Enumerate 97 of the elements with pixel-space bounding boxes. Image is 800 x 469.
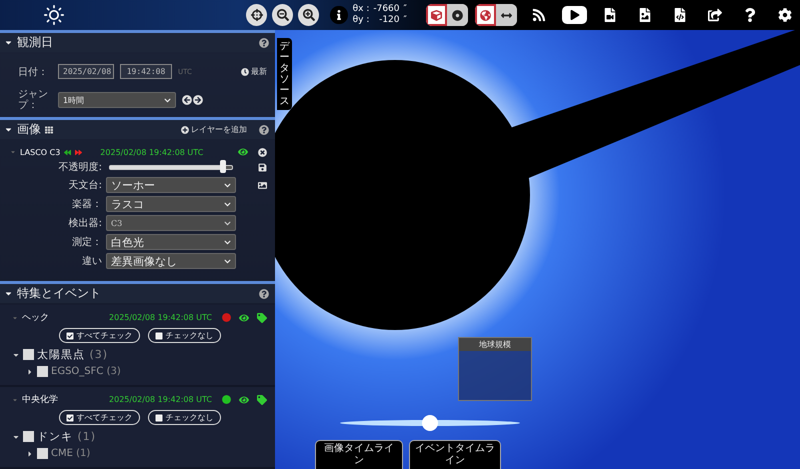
image-icon[interactable]	[258, 180, 267, 190]
checkbox[interactable]	[23, 431, 34, 442]
date-field[interactable]: 2025/02/08	[58, 64, 114, 79]
timeline-tab[interactable]: イベントタイムライン	[409, 440, 501, 469]
field-label: 検出器:	[68, 216, 102, 230]
field-label: 天文台:	[68, 178, 102, 192]
add-layer-button[interactable]: レイヤーを追加	[181, 124, 247, 135]
group-name: 中央化学	[22, 394, 59, 406]
toggle-button[interactable]	[475, 4, 496, 26]
chevron-icon	[164, 96, 171, 104]
zoom-out-button[interactable]	[272, 4, 294, 26]
checkbox[interactable]	[37, 448, 48, 459]
coordinate-label: θy :	[352, 15, 370, 26]
group-timestamp: 2025/02/08 19:42:08 UTC	[109, 313, 212, 322]
play-button[interactable]	[562, 6, 587, 24]
group-timestamp: 2025/02/08 19:42:08 UTC	[109, 395, 212, 404]
tag-icon[interactable]	[257, 312, 267, 322]
latest-button[interactable]: 最新	[241, 66, 267, 77]
chevron-icon	[224, 220, 231, 226]
eye-icon[interactable]	[238, 147, 248, 157]
dropdown-field[interactable]: C3	[106, 215, 236, 231]
rewind-icon[interactable]	[64, 148, 72, 156]
close-icon[interactable]	[258, 148, 267, 156]
layer-timestamp: 2025/02/08 19:42:08 UTC	[100, 148, 204, 156]
jump-label: ジャンプ：	[18, 89, 49, 111]
slider-thumb[interactable]	[220, 160, 226, 172]
checkbox[interactable]	[23, 349, 34, 360]
cube-icon	[430, 10, 442, 20]
field-label: 楽器：	[71, 198, 102, 211]
timeline-tab[interactable]: 画像タイムライン	[315, 440, 403, 469]
dropdown-field[interactable]: ラスコ	[106, 196, 236, 212]
help-icon[interactable]	[259, 288, 269, 298]
collapsed-caret-icon[interactable]	[26, 450, 34, 458]
sun-icon[interactable]	[44, 5, 64, 25]
zoom-in-icon	[302, 9, 315, 21]
caret-icon[interactable]	[12, 314, 18, 320]
fast-forward-icon[interactable]	[75, 148, 82, 156]
check-all-button[interactable]: すべてチェック	[58, 410, 140, 425]
crosshair-icon	[250, 9, 263, 21]
section-title: 特集とイベント	[17, 285, 102, 302]
check-all-button[interactable]: すべてチェック	[58, 328, 140, 343]
check-none-button[interactable]: チェックなし	[148, 410, 220, 425]
zoom-out-icon	[276, 9, 289, 21]
caret-icon[interactable]	[12, 396, 18, 402]
jump-select[interactable]: 1時間	[58, 92, 176, 108]
dropdown-field[interactable]: 差異画像なし	[106, 253, 236, 269]
tree-item-label: 太陽黒点 (3)	[37, 347, 108, 362]
tree-item-label: CME (1)	[51, 448, 90, 459]
save-icon[interactable]	[258, 162, 267, 172]
section-title: 観測日	[17, 34, 54, 51]
layer-name: LASCO C3	[20, 148, 60, 156]
clock-icon	[241, 68, 249, 76]
tree-item-label: ドンキ (1)	[37, 429, 96, 444]
field-label: 違い	[81, 254, 102, 268]
time-field[interactable]: 19:42:08	[120, 64, 172, 79]
section-title: 画像	[17, 121, 41, 138]
center-button[interactable]	[246, 4, 268, 26]
checked-box-icon	[66, 414, 74, 422]
forward-arrow-icon[interactable]	[193, 95, 203, 105]
toggle-button[interactable]	[426, 4, 447, 26]
opacity-slider[interactable]	[106, 160, 236, 174]
help-icon[interactable]	[259, 124, 269, 134]
tree-item-label: EGSO_SFC (3)	[51, 366, 121, 377]
group-name: ヘック	[22, 312, 50, 324]
caret-icon[interactable]	[10, 149, 16, 155]
collapsed-caret-icon[interactable]	[26, 368, 34, 376]
chevron-icon	[224, 258, 231, 264]
globe-icon	[480, 10, 492, 20]
chevron-icon	[224, 200, 231, 208]
unit-label: ″	[404, 4, 407, 15]
check-none-button[interactable]: チェックなし	[148, 328, 220, 343]
zoom-in-button[interactable]	[298, 4, 320, 26]
data-source-tab[interactable]: データソース	[277, 38, 292, 110]
field-label: 測定：	[71, 236, 102, 249]
chevron-icon	[224, 238, 231, 246]
checked-box-icon	[66, 332, 74, 340]
back-arrow-icon[interactable]	[182, 95, 192, 105]
date-label: 日付：	[18, 66, 49, 78]
plus-icon	[181, 126, 189, 134]
chevron-icon	[224, 182, 231, 188]
opacity-label: 不透明度:	[58, 160, 102, 174]
panel-title: 地球規模	[459, 338, 531, 351]
coordinate-value: -120	[378, 15, 400, 26]
coordinate-value: -7660	[373, 4, 400, 15]
eye-icon[interactable]	[239, 312, 249, 322]
dropdown-field[interactable]: ソーホー	[106, 177, 236, 193]
checkbox[interactable]	[37, 366, 48, 377]
target-icon	[452, 10, 463, 20]
help-icon[interactable]	[259, 38, 269, 48]
info-button[interactable]	[330, 6, 348, 24]
play-icon	[570, 10, 580, 20]
grid-icon[interactable]	[45, 126, 53, 134]
tag-icon[interactable]	[257, 394, 267, 404]
dropdown-field[interactable]: 白色光	[106, 234, 236, 250]
coordinate-label: θx :	[352, 4, 370, 15]
unit-label: ″	[404, 15, 407, 26]
eye-icon[interactable]	[239, 394, 249, 404]
